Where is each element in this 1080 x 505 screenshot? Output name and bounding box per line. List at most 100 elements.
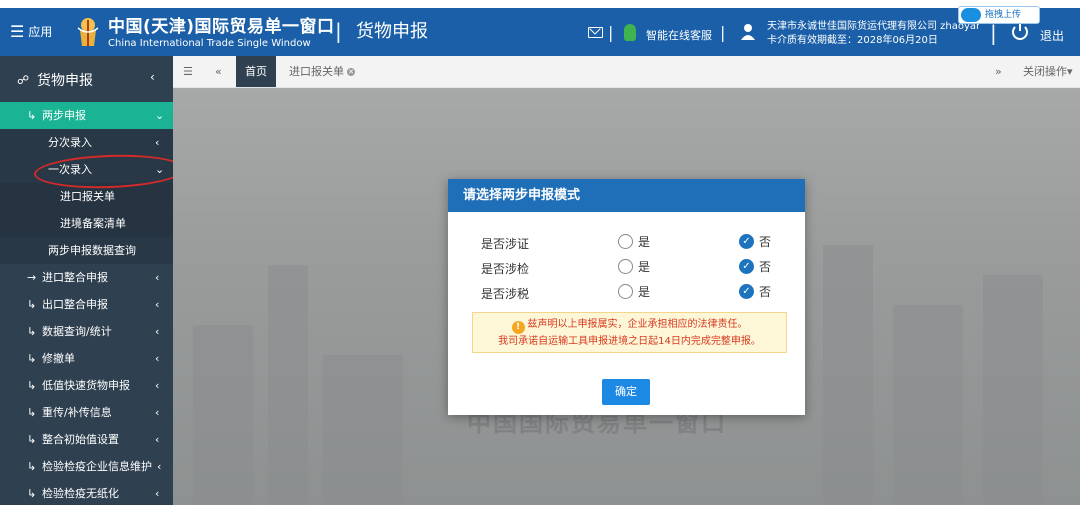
- sidebar-item-two-step[interactable]: ↳ 两步申报 ⌄: [0, 102, 173, 129]
- close-ops-label: 关闭操作: [1023, 65, 1067, 78]
- brand-title: 中国(天津)国际贸易单一窗口: [108, 17, 335, 37]
- tab-home[interactable]: 首页: [236, 56, 276, 87]
- chevron-left-icon: ‹: [155, 325, 160, 338]
- dialog-title: 请选择两步申报模式: [448, 179, 805, 212]
- radio-yes-tax[interactable]: 是: [618, 283, 650, 300]
- sidebar-header[interactable]: ☍ 货物申报 ‹: [0, 56, 173, 102]
- exit-icon: ↳: [27, 460, 37, 473]
- question-row-tax: 是否涉税 是 ✓ 否: [448, 282, 805, 304]
- chevron-left-icon: ‹: [157, 460, 162, 473]
- sidebar-item-initial-values[interactable]: ↳ 整合初始值设置 ‹: [0, 426, 173, 453]
- enter-icon: →: [27, 271, 37, 284]
- tab-import-declaration[interactable]: 进口报关单 ✕: [289, 56, 355, 87]
- online-service-link[interactable]: 智能在线客服: [646, 27, 712, 43]
- question-label: 是否涉税: [481, 287, 530, 301]
- brand-subtitle: China International Trade Single Window: [108, 38, 311, 49]
- sidebar-item-paperless[interactable]: ↳ 检验检疫无纸化 ‹: [0, 480, 173, 505]
- cargo-icon: ☍: [17, 73, 30, 87]
- sidebar-item-label: 进口整合申报: [42, 271, 108, 284]
- two-step-mode-dialog: 请选择两步申报模式 是否涉证 是 ✓ 否 是否涉检 是 ✓ 否 是否涉税 是 ✓: [448, 179, 805, 415]
- header-divider-4: |: [990, 21, 997, 45]
- sidebar-item-label: 数据查询/统计: [42, 325, 112, 338]
- question-row-license: 是否涉证 是 ✓ 否: [448, 232, 805, 254]
- close-icon[interactable]: ✕: [347, 68, 355, 76]
- skyline-building: [323, 355, 403, 505]
- confirm-button[interactable]: 确定: [602, 379, 650, 405]
- radio-unchecked-icon: [618, 259, 633, 274]
- sidebar-item-two-step-query[interactable]: 两步申报数据查询: [0, 237, 173, 264]
- scroll-right-icon[interactable]: »: [995, 56, 1002, 87]
- apps-label: 应用: [28, 25, 53, 39]
- close-operations-dropdown[interactable]: 关闭操作▾: [1023, 56, 1073, 87]
- exit-icon: ↳: [27, 352, 37, 365]
- checkmark-circle-icon: ✓: [739, 259, 754, 274]
- legal-notice: ! 兹声明以上申报属实，企业承担相应的法律责任。 我司承诺自运输工具申报进境之日起…: [472, 312, 787, 353]
- radio-no-license[interactable]: ✓ 否: [739, 233, 771, 250]
- mail-icon[interactable]: [588, 27, 603, 38]
- radio-unchecked-icon: [618, 234, 633, 249]
- skyline-building: [268, 265, 308, 505]
- radio-yes-inspection[interactable]: 是: [618, 258, 650, 275]
- exit-icon: ↳: [27, 109, 37, 122]
- power-icon[interactable]: [1012, 22, 1028, 40]
- sidebar-item-label: 两步申报: [42, 109, 86, 122]
- chevron-left-icon: ‹: [155, 136, 160, 149]
- chevron-left-icon: ‹: [155, 487, 160, 500]
- sidebar-item-data-query[interactable]: ↳ 数据查询/统计 ‹: [0, 318, 173, 345]
- radio-yes-license[interactable]: 是: [618, 233, 650, 250]
- cloud-icon: [961, 8, 981, 22]
- customs-emblem-icon: [77, 18, 99, 46]
- caret-down-icon: ▾: [1067, 65, 1073, 78]
- option-label: 是: [638, 235, 651, 249]
- apps-menu-button[interactable]: ☰ 应用: [10, 23, 52, 40]
- option-label: 否: [759, 285, 772, 299]
- chevron-left-icon: ‹: [155, 406, 160, 419]
- exit-icon: ↳: [27, 325, 37, 338]
- company-info: 天津市永诚世佳国际货运代理有限公司 zhaoyang 卡介质有效期截至：2028…: [767, 20, 979, 48]
- sidebar-item-label: 检验检疫无纸化: [42, 487, 119, 500]
- sidebar-item-resend[interactable]: ↳ 重传/补传信息 ‹: [0, 399, 173, 426]
- sidebar-item-split-entry[interactable]: 分次录入 ‹: [0, 129, 173, 156]
- notice-line-1: 兹声明以上申报属实，企业承担相应的法律责任。: [527, 319, 748, 330]
- service-bot-icon[interactable]: [624, 24, 636, 41]
- collapse-menu-icon[interactable]: ☰: [183, 56, 193, 87]
- user-icon[interactable]: [740, 23, 756, 41]
- exit-icon: ↳: [27, 433, 37, 446]
- question-label: 是否涉检: [481, 262, 530, 276]
- header-divider-3: |: [720, 23, 726, 42]
- logout-button[interactable]: 退出: [1040, 27, 1064, 44]
- exit-icon: ↳: [27, 379, 37, 392]
- option-label: 否: [759, 260, 772, 274]
- brand: 中国(天津)国际贸易单一窗口 China International Trade…: [108, 17, 335, 50]
- warning-icon: !: [511, 321, 525, 334]
- skyline-building: [983, 275, 1043, 505]
- option-label: 是: [638, 285, 651, 299]
- top-header: ☰ 应用 中国(天津)国际贸易单一窗口 China International …: [0, 8, 1080, 56]
- skyline-building: [893, 305, 963, 505]
- radio-no-tax[interactable]: ✓ 否: [739, 283, 771, 300]
- radio-no-inspection[interactable]: ✓ 否: [739, 258, 771, 275]
- chevron-down-icon: ⌄: [155, 109, 165, 122]
- card-expiry: 卡介质有效期截至：2028年06月20日: [767, 35, 938, 46]
- sidebar-item-label: 重传/补传信息: [42, 406, 112, 419]
- chevron-left-icon: ‹: [155, 352, 160, 365]
- tab-bar: ☰ « 首页 进口报关单 ✕ » 关闭操作▾: [173, 56, 1080, 88]
- sidebar-item-inspection-info[interactable]: ↳ 检验检疫企业信息维护 ‹: [0, 453, 173, 480]
- sidebar-item-label: 出口整合申报: [42, 298, 108, 311]
- checkmark-circle-icon: ✓: [739, 234, 754, 249]
- sidebar-item-entry-record[interactable]: 进境备案清单: [0, 210, 173, 237]
- skyline-building: [193, 325, 253, 505]
- header-divider: |: [335, 19, 342, 43]
- question-label: 是否涉证: [481, 237, 530, 251]
- chevron-left-icon: ‹: [150, 70, 155, 84]
- radio-unchecked-icon: [618, 284, 633, 299]
- drag-upload-widget[interactable]: 拖拽上传: [958, 6, 1040, 24]
- scroll-left-icon[interactable]: «: [215, 56, 222, 87]
- header-divider-2: |: [608, 23, 614, 42]
- sidebar-item-import-integrated[interactable]: → 进口整合申报 ‹: [0, 264, 173, 291]
- menu-icon: ☰: [10, 21, 25, 41]
- sidebar-item-low-value[interactable]: ↳ 低值快速货物申报 ‹: [0, 372, 173, 399]
- module-title: 货物申报: [356, 21, 428, 42]
- sidebar-item-modify-cancel[interactable]: ↳ 修撤单 ‹: [0, 345, 173, 372]
- sidebar-item-export-integrated[interactable]: ↳ 出口整合申报 ‹: [0, 291, 173, 318]
